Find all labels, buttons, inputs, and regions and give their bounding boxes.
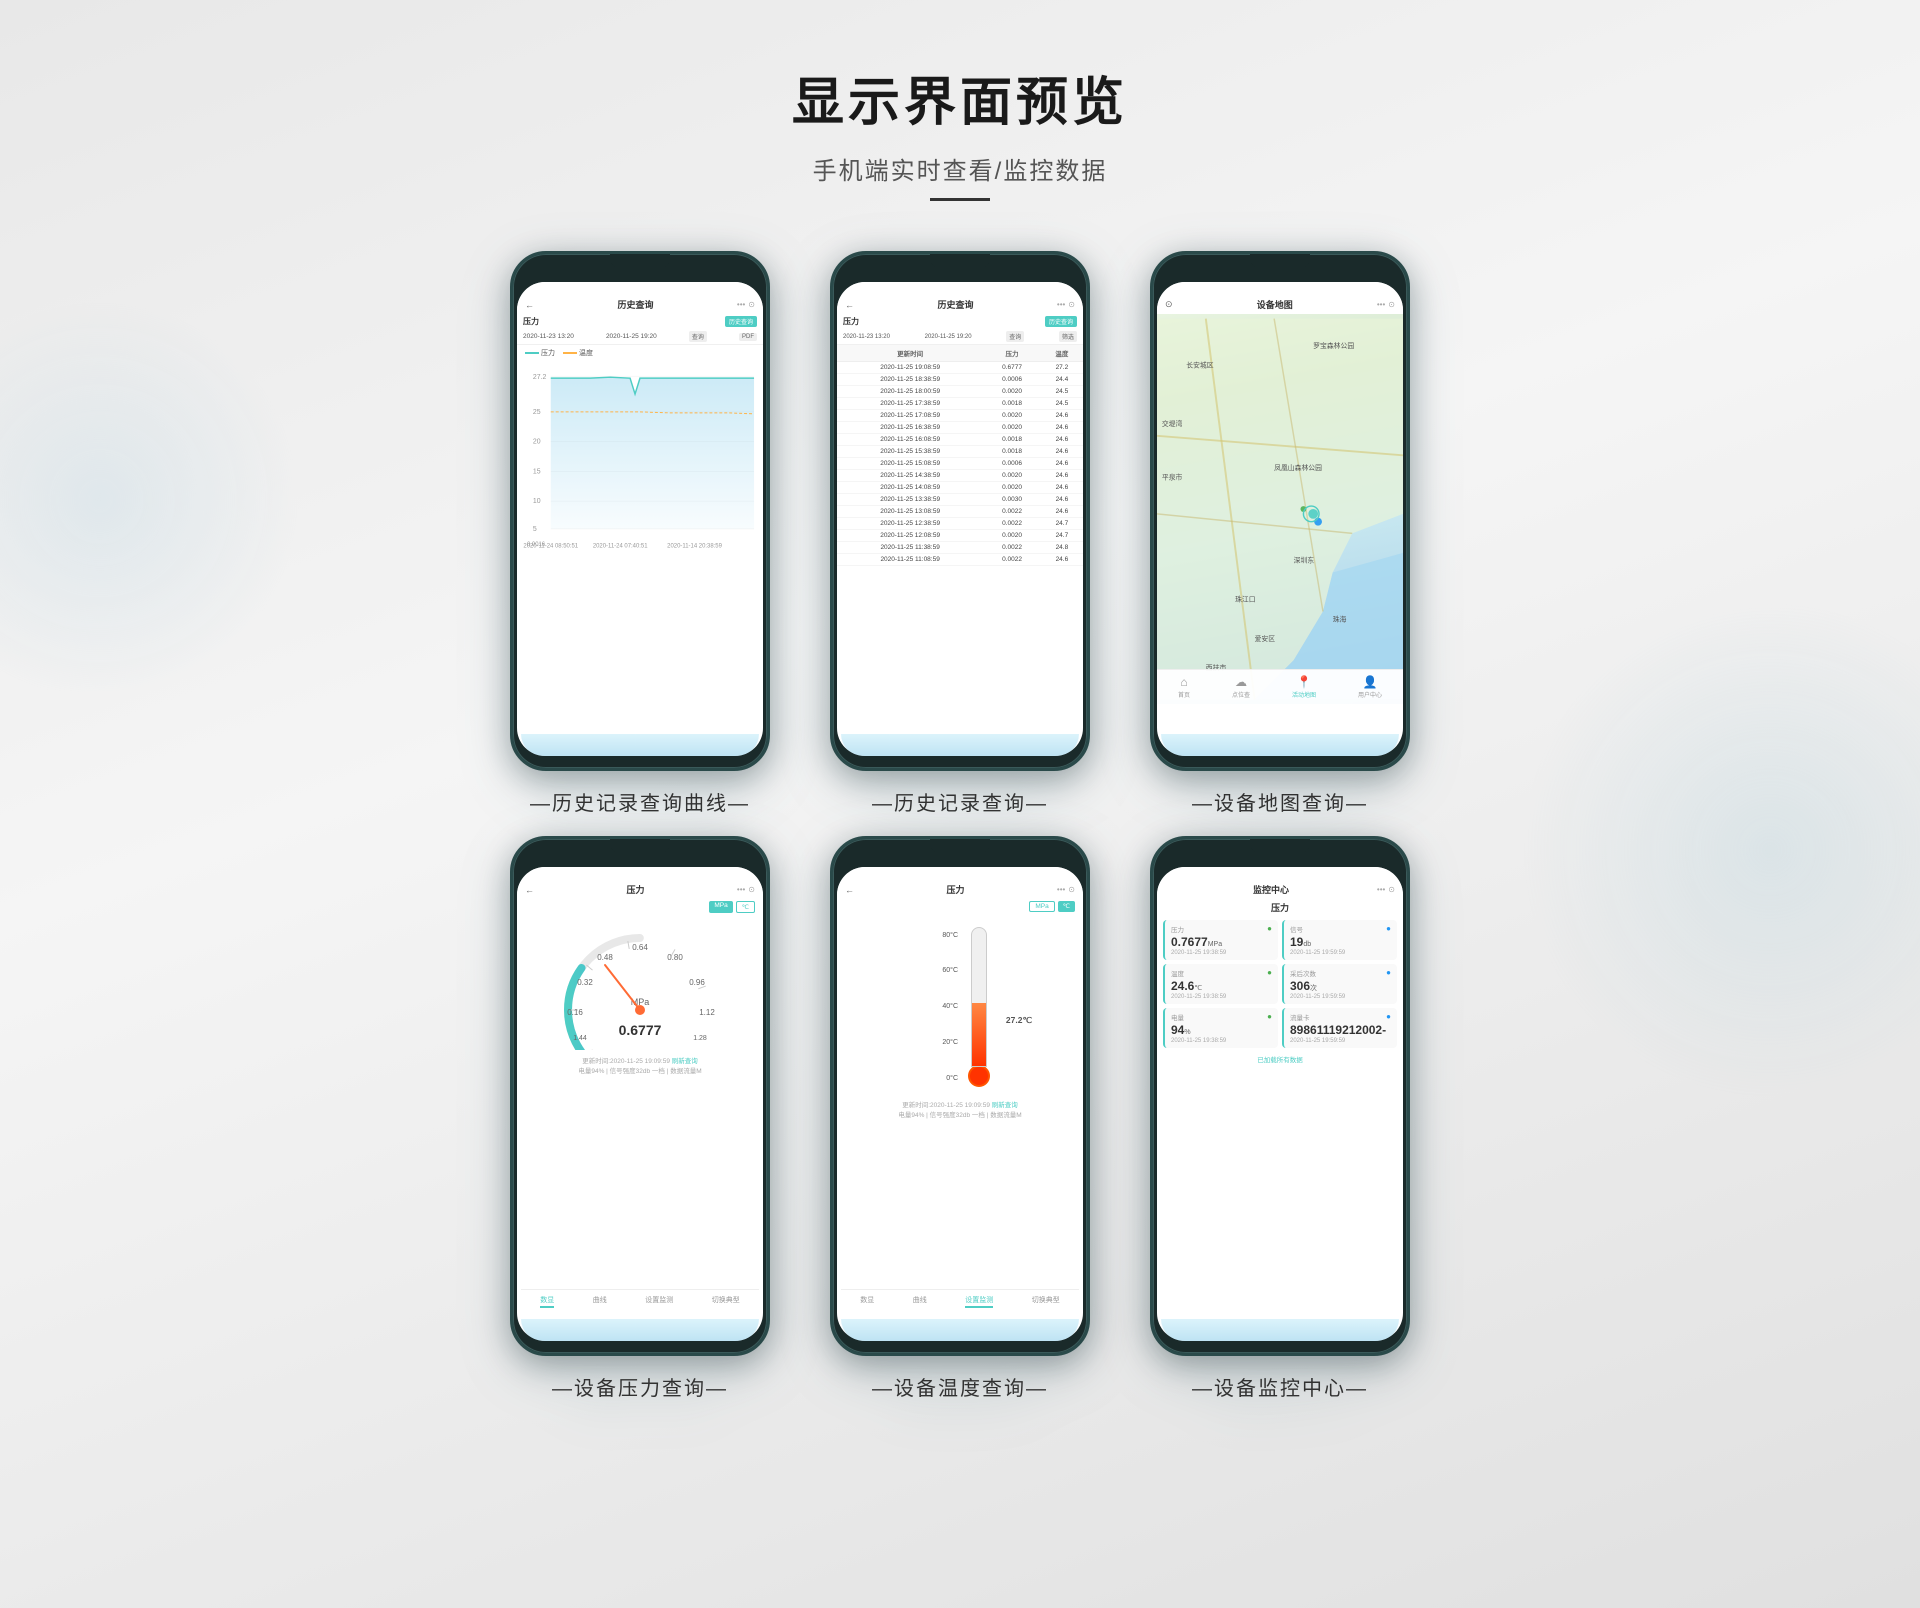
- table-row: 2020-11-25 16:38:59 0.0020 24.6: [837, 422, 1083, 434]
- screen3-title: 设备地图: [1257, 298, 1293, 311]
- phone-screen-3: ⊙ 设备地图 •••⊙: [1157, 282, 1403, 756]
- phone-notch-5: [930, 839, 990, 853]
- svg-text:15: 15: [533, 468, 541, 475]
- table-row: 2020-11-25 16:08:59 0.0018 24.6: [837, 434, 1083, 446]
- svg-text:25: 25: [533, 409, 541, 416]
- svg-text:0.32: 0.32: [577, 978, 593, 987]
- phones-grid: ← 历史查询 ••• ⊙ 压力 历史查询: [0, 251, 1920, 1401]
- phone-shell-2: ← 历史查询 •••⊙ 压力 历史查询 2020-11-23 13:20: [830, 251, 1090, 771]
- svg-text:0.80: 0.80: [667, 953, 683, 962]
- phone-temperature: ← 压力 •••⊙ MPa ℃ 80°C: [830, 836, 1090, 1401]
- table-row: 2020-11-25 18:00:59 0.0020 24.5: [837, 386, 1083, 398]
- phone-monitor-center: 监控中心 •••⊙ 压力 压力 ● 0.7677MPa 2020-11-25 1…: [1150, 836, 1410, 1401]
- table-row: 2020-11-25 17:38:59 0.0018 24.5: [837, 398, 1083, 410]
- svg-text:爱安区: 爱安区: [1255, 634, 1276, 643]
- svg-text:深圳东: 深圳东: [1294, 556, 1315, 565]
- phone-screen-5: ← 压力 •••⊙ MPa ℃ 80°C: [837, 867, 1083, 1341]
- phone-screen-1: ← 历史查询 ••• ⊙ 压力 历史查询: [517, 282, 763, 756]
- caption-monitor-center: —设备监控中心—: [1192, 1372, 1368, 1401]
- svg-text:5: 5: [533, 526, 537, 533]
- phone-shell-6: 监控中心 •••⊙ 压力 压力 ● 0.7677MPa 2020-11-25 1…: [1150, 836, 1410, 1356]
- table-row: 2020-11-25 17:08:59 0.0020 24.6: [837, 410, 1083, 422]
- svg-text:0.64: 0.64: [632, 943, 648, 952]
- caption-pressure-gauge: —设备压力查询—: [552, 1372, 728, 1401]
- phone-device-map: ⊙ 设备地图 •••⊙: [1150, 251, 1410, 816]
- svg-text:0.48: 0.48: [597, 953, 613, 962]
- phone-notch-4: [610, 839, 670, 853]
- caption-history-curve: —历史记录查询曲线—: [530, 787, 750, 816]
- table-row: 2020-11-25 11:08:59 0.0022 24.6: [837, 554, 1083, 566]
- phone-notch-3: [1250, 254, 1310, 268]
- phone-shell-3: ⊙ 设备地图 •••⊙: [1150, 251, 1410, 771]
- table-row: 2020-11-25 14:38:59 0.0020 24.6: [837, 470, 1083, 482]
- table-row: 2020-11-25 13:08:59 0.0022 24.6: [837, 506, 1083, 518]
- phone-pressure-gauge: ← 压力 •••⊙ MPa ℃: [510, 836, 770, 1401]
- phone-notch-1: [610, 254, 670, 268]
- phone-history-curve: ← 历史查询 ••• ⊙ 压力 历史查询: [510, 251, 770, 816]
- phone-screen-2: ← 历史查询 •••⊙ 压力 历史查询 2020-11-23 13:20: [837, 282, 1083, 756]
- phone-notch-2: [930, 254, 990, 268]
- divider: [930, 198, 990, 201]
- svg-text:0.96: 0.96: [689, 978, 705, 987]
- monitor-footer: 已加载所有数据: [1157, 1050, 1403, 1068]
- svg-text:珠江口: 珠江口: [1235, 595, 1255, 604]
- caption-temperature: —设备温度查询—: [872, 1372, 1048, 1401]
- table-row: 2020-11-25 15:38:59 0.0018 24.6: [837, 446, 1083, 458]
- data-card: 信号 ● 19db 2020-11-25 19:59:59: [1282, 920, 1397, 960]
- screen1-title: 历史查询: [617, 298, 653, 311]
- phones-row-1: ← 历史查询 ••• ⊙ 压力 历史查询: [510, 251, 1410, 816]
- phone-screen-6: 监控中心 •••⊙ 压力 压力 ● 0.7677MPa 2020-11-25 1…: [1157, 867, 1403, 1341]
- table-row: 2020-11-25 15:08:59 0.0006 24.6: [837, 458, 1083, 470]
- table-row: 2020-11-25 11:38:59 0.0022 24.8: [837, 542, 1083, 554]
- data-card: 压力 ● 0.7677MPa 2020-11-25 19:38:59: [1163, 920, 1278, 960]
- svg-text:2020-11-14 20:38:59: 2020-11-14 20:38:59: [667, 544, 722, 550]
- phone-history-list: ← 历史查询 •••⊙ 压力 历史查询 2020-11-23 13:20: [830, 251, 1090, 816]
- svg-text:凤凰山森林公园: 凤凰山森林公园: [1274, 463, 1322, 472]
- svg-text:10: 10: [533, 498, 541, 505]
- table-row: 2020-11-25 12:38:59 0.0022 24.7: [837, 518, 1083, 530]
- phone-shell-5: ← 压力 •••⊙ MPa ℃ 80°C: [830, 836, 1090, 1356]
- phone-shell-4: ← 压力 •••⊙ MPa ℃: [510, 836, 770, 1356]
- svg-text:交堤湾: 交堤湾: [1162, 419, 1183, 428]
- svg-text:1.28: 1.28: [693, 1035, 707, 1042]
- table-row: 2020-11-25 12:08:59 0.0020 24.7: [837, 530, 1083, 542]
- table-row: 2020-11-25 18:38:59 0.0006 24.4: [837, 374, 1083, 386]
- table-row: 2020-11-25 14:08:59 0.0020 24.6: [837, 482, 1083, 494]
- phones-row-2: ← 压力 •••⊙ MPa ℃: [510, 836, 1410, 1401]
- svg-text:27.2: 27.2: [533, 374, 547, 381]
- date-end: 2020-11-25 19:20: [606, 333, 657, 340]
- data-card: 采后次数 ● 306次 2020-11-25 19:59:59: [1282, 964, 1397, 1004]
- screen2-title: 历史查询: [937, 298, 973, 311]
- phone-shell-1: ← 历史查询 ••• ⊙ 压力 历史查询: [510, 251, 770, 771]
- page-wrapper: 显示界面预览 手机端实时查看/监控数据 ← 历史查询 ••• ⊙: [0, 0, 1920, 1481]
- svg-text:2020-11-24 08:50:51: 2020-11-24 08:50:51: [523, 544, 578, 550]
- svg-text:1.12: 1.12: [699, 1008, 715, 1017]
- svg-text:0.6777: 0.6777: [619, 1022, 662, 1038]
- data-card: 电量 ● 94% 2020-11-25 19:38:59: [1163, 1008, 1278, 1048]
- caption-device-map: —设备地图查询—: [1192, 787, 1368, 816]
- data-card: 温度 ● 24.6℃ 2020-11-25 19:38:59: [1163, 964, 1278, 1004]
- btn-history1[interactable]: 历史查询: [725, 316, 757, 327]
- svg-text:2020-11-24 07:40:51: 2020-11-24 07:40:51: [593, 544, 648, 550]
- page-title: 显示界面预览: [0, 60, 1920, 135]
- svg-text:0.16: 0.16: [567, 1008, 583, 1017]
- svg-text:1.44: 1.44: [573, 1035, 587, 1042]
- table-row: 2020-11-25 13:38:59 0.0030 24.6: [837, 494, 1083, 506]
- svg-text:珠海: 珠海: [1333, 614, 1347, 623]
- svg-text:平泉市: 平泉市: [1162, 473, 1183, 482]
- caption-history-list: —历史记录查询—: [872, 787, 1048, 816]
- phone-notch-6: [1250, 839, 1310, 853]
- table-row: 2020-11-25 19:08:59 0.6777 27.2: [837, 362, 1083, 374]
- svg-text:20: 20: [533, 439, 541, 446]
- phone-screen-4: ← 压力 •••⊙ MPa ℃: [517, 867, 763, 1341]
- svg-text:罗宝森林公园: 罗宝森林公园: [1313, 341, 1354, 350]
- data-card: 流量卡 ● 89861119212002- 2020-11-25 19:59:5…: [1282, 1008, 1397, 1048]
- page-subtitle: 手机端实时查看/监控数据: [0, 151, 1920, 186]
- date-start: 2020-11-23 13:20: [523, 333, 574, 340]
- svg-text:长安城区: 长安城区: [1186, 360, 1213, 369]
